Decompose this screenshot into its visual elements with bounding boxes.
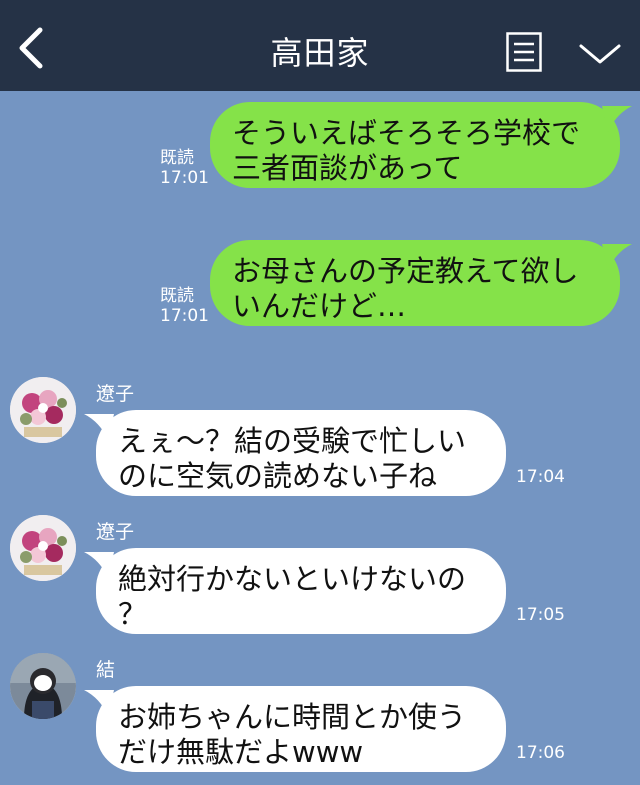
bubble-tail — [84, 690, 114, 716]
avatar-flower-bouquet[interactable] — [10, 515, 76, 581]
person-photo-icon — [10, 653, 76, 719]
incoming-message-bubble[interactable]: お姉ちゃんに時間とか使う だけ無駄だよwww — [84, 686, 506, 772]
outgoing-message-bubble[interactable]: そういえばそろそろ学校で 三者面談があって — [210, 102, 632, 188]
incoming-message-bubble[interactable]: えぇ〜？結の受験で忙しい のに空気の読めない子ね — [84, 410, 506, 496]
avatar-flower-bouquet[interactable] — [10, 377, 76, 443]
message-line: そういえばそろそろ学校で — [232, 116, 581, 150]
message-line: お母さんの予定教えて欲し — [232, 254, 579, 288]
message-line: だけ無駄だよwww — [118, 735, 364, 769]
bubble-tail — [84, 414, 114, 440]
sender-name: 結 — [96, 659, 116, 681]
message-line: 三者面談があって — [232, 151, 463, 185]
incoming-message-bubble[interactable]: 絶対行かないといけないの ？ — [84, 548, 506, 634]
sender-name: 遼子 — [96, 383, 135, 405]
note-list-icon[interactable] — [506, 32, 542, 72]
message-time: 17:01 — [160, 306, 209, 326]
message-line: えぇ〜？結の受験で忙しい — [118, 424, 467, 458]
flower-bouquet-icon — [10, 377, 76, 443]
message-line: ？ — [118, 597, 148, 631]
message-time: 17:01 — [160, 168, 209, 188]
message-time: 17:04 — [516, 467, 565, 487]
message-line: お姉ちゃんに時間とか使う — [118, 700, 467, 734]
outgoing-message-bubble[interactable]: お母さんの予定教えて欲し いんだけど… — [210, 240, 632, 326]
bubble-tail — [602, 106, 632, 132]
avatar-girl-photo[interactable] — [10, 653, 76, 719]
message-time: 17:05 — [516, 605, 565, 625]
message-line: 絶対行かないといけないの — [118, 562, 467, 596]
chevron-down-icon[interactable] — [578, 40, 622, 68]
message-line: のに空気の読めない子ね — [118, 459, 438, 493]
message-time: 17:06 — [516, 743, 565, 763]
sender-name: 遼子 — [96, 521, 135, 543]
chat-header: 高田家 — [0, 0, 640, 91]
message-line: いんだけど… — [232, 289, 407, 323]
flower-bouquet-icon — [10, 515, 76, 581]
bubble-tail — [602, 244, 632, 270]
chat-title: 高田家 — [270, 34, 370, 72]
bubble-tail — [84, 552, 114, 578]
